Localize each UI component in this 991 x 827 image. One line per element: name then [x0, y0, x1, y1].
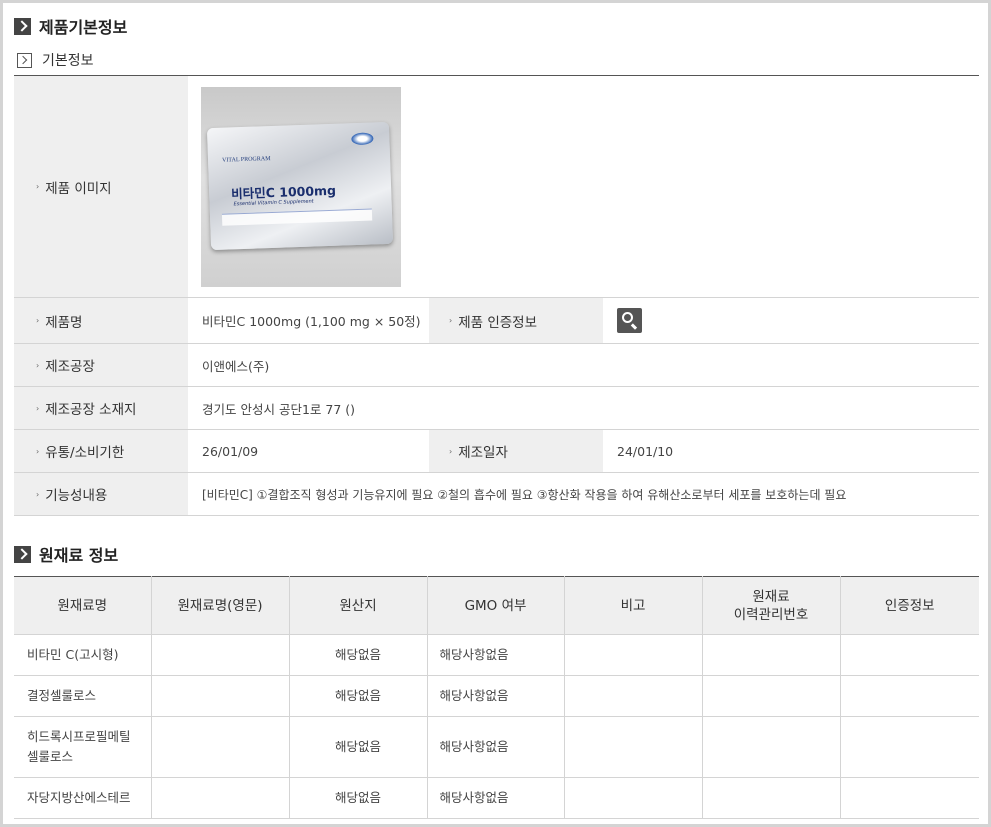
cell-cert	[840, 675, 979, 717]
cell-gmo: 해당사항없음	[427, 716, 565, 778]
cell-origin: 해당없음	[289, 777, 428, 819]
value-function: [비타민C] ①결합조직 형성과 기능유지에 필요 ②철의 흡수에 필요 ③항산…	[202, 487, 847, 502]
label-product-cert: › 제품 인증정보	[429, 298, 603, 343]
table-row: 결정셀룰로스 해당없음 해당사항없음	[14, 675, 979, 717]
pack-brand-text: VITAL PROGRAM	[221, 156, 271, 164]
label-factory: › 제조공장	[14, 344, 188, 386]
cell-name: 히드록시프로필메틸 셀룰로스	[14, 716, 152, 778]
label-product-name: › 제품명	[14, 298, 188, 343]
col-header-origin: 원산지	[289, 576, 428, 635]
materials-table: 원재료명 원재료명(영문) 원산지 GMO 여부 비고 원재료 이력관리번호 인증…	[14, 576, 979, 819]
pack-badge	[351, 132, 374, 146]
cell-name: 자당지방산에스테르	[14, 777, 152, 819]
value-mfg-date: 24/01/10	[617, 443, 674, 459]
cell-cert	[840, 716, 979, 778]
cell-gmo: 해당사항없음	[427, 675, 565, 717]
col-header-gmo: GMO 여부	[427, 576, 565, 635]
chevron-right-box-icon	[14, 17, 31, 35]
product-image[interactable]: VITAL PROGRAM 비타민C 1000mg Essential Vita…	[201, 87, 401, 287]
subsection-title-text: 기본정보	[42, 53, 94, 69]
small-arrow-icon: ›	[36, 182, 40, 191]
cell-origin: 해당없음	[289, 634, 428, 676]
search-icon	[622, 312, 633, 323]
row-dates: › 유통/소비기한 26/01/09 › 제조일자 24/01/10	[14, 430, 979, 473]
value-expiry: 26/01/09	[202, 443, 259, 459]
cell-origin: 해당없음	[289, 675, 428, 717]
col-header-name: 원재료명	[14, 576, 152, 635]
basic-info-table: › 제품 이미지 VITAL PROGRAM 비타민C 1000mg Essent…	[14, 75, 979, 516]
subsection-basic-title: 기본정보	[17, 50, 94, 70]
col-header-history: 원재료 이력관리번호	[702, 576, 841, 635]
cell-history	[702, 716, 841, 778]
table-row: 비타민 C(고시형) 해당없음 해당사항없음	[14, 634, 979, 676]
cell-origin: 해당없음	[289, 716, 428, 778]
row-function: › 기능성내용 [비타민C] ①결합조직 형성과 기능유지에 필요 ②철의 흡수에…	[14, 473, 979, 516]
section-title-text: 원재료 정보	[39, 546, 119, 565]
row-product-name: › 제품명 비타민C 1000mg (1,100 mg × 50정) › 제품 인증…	[14, 298, 979, 344]
row-factory: › 제조공장 이앤에스(주)	[14, 344, 979, 387]
cell-cert	[840, 777, 979, 819]
chevron-right-box-icon	[14, 545, 31, 563]
cell-gmo: 해당사항없음	[427, 777, 565, 819]
cell-cert	[840, 634, 979, 676]
cell-note	[564, 634, 703, 676]
section-product-basic-title: 제품기본정보	[14, 14, 127, 38]
label-factory-location: › 제조공장 소재지	[14, 387, 188, 429]
cell-product-cert	[603, 298, 979, 343]
product-package: VITAL PROGRAM 비타민C 1000mg Essential Vita…	[206, 121, 394, 251]
cell-name: 결정셀룰로스	[14, 675, 152, 717]
small-arrow-icon: ›	[36, 446, 40, 456]
value-factory-location: 경기도 안성시 공단1로 77 ()	[202, 401, 356, 417]
small-arrow-icon: ›	[449, 446, 453, 456]
label-function: › 기능성내용	[14, 473, 188, 515]
cell-note	[564, 777, 703, 819]
cell-name-en	[151, 675, 290, 717]
small-arrow-icon: ›	[449, 316, 453, 325]
cell-note	[564, 716, 703, 778]
col-header-cert: 인증정보	[840, 576, 979, 635]
cell-product-image: VITAL PROGRAM 비타민C 1000mg Essential Vita…	[188, 76, 979, 297]
cell-history	[702, 675, 841, 717]
col-header-name-en: 원재료명(영문)	[151, 576, 290, 635]
small-arrow-icon: ›	[36, 489, 40, 499]
col-header-note: 비고	[564, 576, 703, 635]
table-row: 히드록시프로필메틸 셀룰로스 해당없음 해당사항없음	[14, 716, 979, 778]
row-product-image: › 제품 이미지 VITAL PROGRAM 비타민C 1000mg Essent…	[14, 76, 979, 298]
cell-name: 비타민 C(고시형)	[14, 634, 152, 676]
product-info-frame: 제품기본정보 기본정보 › 제품 이미지 VITAL PROGRAM 비타민C 1…	[0, 0, 991, 827]
row-factory-location: › 제조공장 소재지 경기도 안성시 공단1로 77 ()	[14, 387, 979, 430]
small-arrow-icon: ›	[36, 403, 40, 413]
cell-name-en	[151, 634, 290, 676]
small-arrow-icon: ›	[36, 316, 40, 325]
cell-gmo: 해당사항없음	[427, 634, 565, 676]
value-factory: 이앤에스(주)	[202, 358, 270, 374]
label-mfg-date: › 제조일자	[429, 430, 603, 472]
chevron-right-outline-box-icon	[17, 52, 32, 68]
materials-header-row: 원재료명 원재료명(영문) 원산지 GMO 여부 비고 원재료 이력관리번호 인증…	[14, 576, 979, 635]
small-arrow-icon: ›	[36, 360, 40, 370]
value-product-name: 비타민C 1000mg (1,100 mg × 50정)	[202, 314, 421, 329]
cell-name-en	[151, 777, 290, 819]
section-title-text: 제품기본정보	[39, 18, 128, 37]
search-button[interactable]	[617, 308, 642, 333]
pack-band	[221, 208, 373, 226]
cell-note	[564, 675, 703, 717]
section-materials-title: 원재료 정보	[14, 542, 118, 566]
label-expiry: › 유통/소비기한	[14, 430, 188, 472]
cell-name-en	[151, 716, 290, 778]
label-product-image: › 제품 이미지	[14, 76, 188, 297]
cell-history	[702, 634, 841, 676]
table-row: 자당지방산에스테르 해당없음 해당사항없음	[14, 777, 979, 819]
cell-history	[702, 777, 841, 819]
